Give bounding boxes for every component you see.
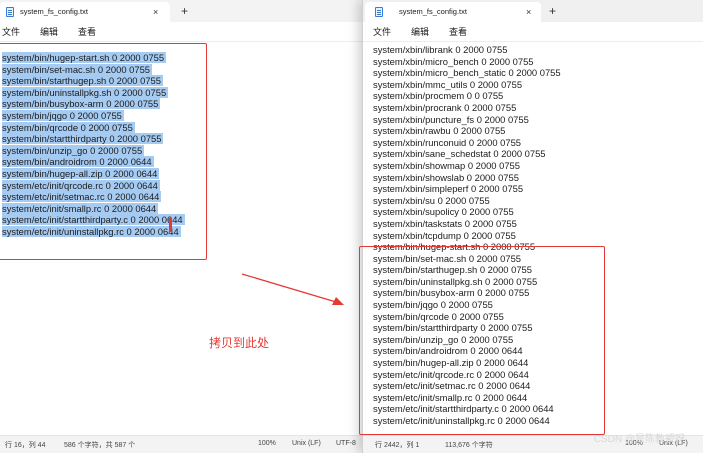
text-line: system/xbin/supolicy 0 2000 0755 — [373, 206, 514, 218]
text-line: system/xbin/simpleperf 0 2000 0755 — [373, 183, 524, 195]
text-line: system/xbin/procmem 0 0 0755 — [373, 90, 504, 102]
text-line: system/xbin/procrank 0 2000 0755 — [373, 101, 517, 113]
right-menu-view[interactable]: 查看 — [449, 25, 467, 38]
text-line: system/xbin/rawbu 0 2000 0755 — [373, 125, 506, 137]
left-notepad-window: system_fs_config.txt × + 文件 编辑 查看 system… — [0, 0, 362, 453]
csdn-watermark: CSDN @是陈教授呀 — [593, 434, 685, 445]
text-line: system/xbin/micro_bench_static 0 2000 07… — [373, 67, 561, 79]
right-notepad-window: system_fs_config.txt × + 文件 编辑 查看 system… — [359, 0, 703, 453]
left-file-tab[interactable]: system_fs_config.txt × — [0, 2, 170, 22]
text-line: system/xbin/tcpdump 0 2000 0755 — [373, 229, 516, 241]
right-menu-edit[interactable]: 编辑 — [411, 25, 429, 38]
right-tab-bar: system_fs_config.txt × + — [363, 0, 703, 22]
text-line: system/xbin/runconuid 0 2000 0755 — [373, 136, 522, 148]
text-line: system/xbin/mmc_utils 0 2000 0755 — [373, 78, 523, 90]
left-status-eol: Unix (LF) — [292, 440, 321, 447]
right-menu-bar: 文件 编辑 查看 — [363, 22, 703, 42]
left-menu-view[interactable]: 查看 — [78, 25, 96, 38]
right-highlight-box — [359, 246, 605, 435]
text-line: system/xbin/librank 0 2000 0755 — [373, 44, 508, 55]
right-status-position: 行 2442，列 1 — [375, 442, 420, 449]
red-arrow-icon — [241, 273, 344, 305]
right-status-chars: 113,676 个字符 — [445, 442, 493, 449]
right-tab-title: system_fs_config.txt — [399, 7, 467, 16]
notepad-file-icon — [375, 7, 383, 17]
text-line: system/xbin/showslab 0 2000 0755 — [373, 171, 519, 183]
left-menu-file[interactable]: 文件 — [2, 25, 20, 38]
text-line: system/xbin/showmap 0 2000 0755 — [373, 159, 520, 171]
right-tab-close-icon[interactable]: × — [526, 2, 531, 22]
left-menu-bar: 文件 编辑 查看 — [0, 22, 362, 42]
left-new-tab-button[interactable]: + — [181, 2, 188, 20]
left-status-encoding: UTF-8 — [336, 440, 356, 447]
left-menu-edit[interactable]: 编辑 — [40, 25, 58, 38]
left-highlight-box — [0, 43, 207, 260]
right-new-tab-button[interactable]: + — [549, 2, 556, 20]
text-line: system/xbin/sane_schedstat 0 2000 0755 — [373, 148, 546, 160]
left-tab-bar: system_fs_config.txt × + — [0, 0, 362, 22]
text-line: system/xbin/micro_bench 0 2000 0755 — [373, 55, 534, 67]
text-line: system/xbin/puncture_fs 0 2000 0755 — [373, 113, 529, 125]
right-file-tab[interactable]: system_fs_config.txt × — [365, 2, 541, 22]
right-menu-file[interactable]: 文件 — [373, 25, 391, 38]
left-tab-close-icon[interactable]: × — [153, 2, 158, 22]
annotation-caption: 拷贝到此处 — [209, 336, 270, 350]
text-line: system/xbin/taskstats 0 2000 0755 — [373, 217, 517, 229]
left-status-position: 行 16，列 44 — [5, 442, 46, 449]
left-status-chars: 586 个字符，共 587 个 — [64, 442, 136, 449]
notepad-file-icon — [6, 7, 14, 17]
left-status-bar: 行 16，列 44 586 个字符，共 587 个 100% Unix (LF)… — [0, 435, 362, 453]
left-tab-title: system_fs_config.txt — [20, 7, 88, 16]
left-status-zoom: 100% — [258, 440, 276, 447]
text-line: system/xbin/su 0 2000 0755 — [373, 194, 490, 206]
